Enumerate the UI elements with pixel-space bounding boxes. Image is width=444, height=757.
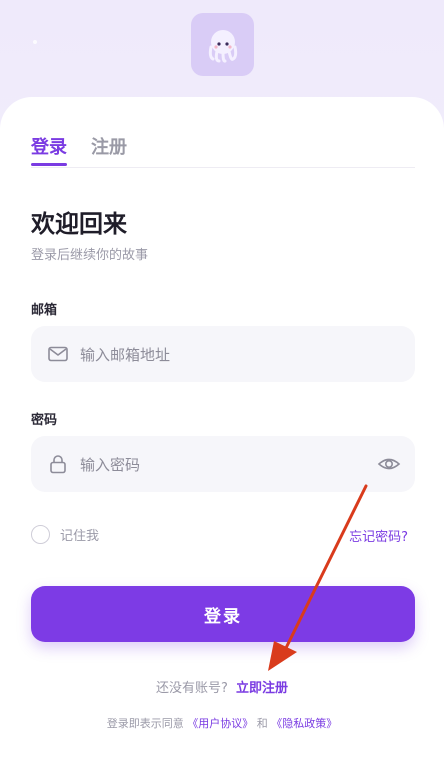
remember-me-label: 记住我: [60, 529, 100, 544]
email-field[interactable]: 输入邮箱地址: [31, 326, 415, 382]
terms-link[interactable]: 《用户协议》: [187, 717, 253, 730]
remember-me-checkbox[interactable]: [31, 525, 50, 544]
privacy-link[interactable]: 《隐私政策》: [271, 717, 337, 730]
forgot-password-link[interactable]: 忘记密码?: [349, 526, 408, 545]
auth-tabs: 登录 注册: [31, 133, 415, 168]
remember-me-toggle[interactable]: 记住我: [31, 525, 99, 544]
password-label: 密码: [31, 413, 58, 428]
squid-mascot-icon: [208, 29, 237, 63]
password-field[interactable]: 输入密码: [31, 436, 415, 492]
app-logo: [191, 13, 254, 76]
login-button[interactable]: 登录: [31, 586, 415, 642]
login-card: 登录 注册 欢迎回来 登录后继续你的故事 邮箱 输入邮箱地址 密码 输入密码 记…: [0, 97, 444, 757]
no-account-text: 还没有账号?: [156, 681, 228, 696]
signup-link[interactable]: 立即注册: [236, 681, 288, 696]
sparkle-decoration: [33, 40, 37, 44]
agreement-prefix: 登录即表示同意: [106, 717, 184, 730]
signup-prompt-row: 还没有账号? 立即注册: [0, 677, 444, 696]
email-placeholder: 输入邮箱地址: [80, 346, 171, 364]
email-label: 邮箱: [31, 303, 58, 318]
tab-login[interactable]: 登录: [31, 133, 67, 159]
eye-icon[interactable]: [377, 453, 401, 475]
page-title: 欢迎回来: [31, 210, 127, 238]
mail-icon: [48, 346, 68, 362]
lock-icon: [50, 455, 66, 474]
page-subtitle: 登录后继续你的故事: [31, 248, 149, 263]
active-tab-indicator: [31, 163, 67, 166]
password-placeholder: 输入密码: [80, 456, 141, 474]
agreement-and: 和: [256, 717, 268, 730]
tab-register[interactable]: 注册: [91, 133, 127, 159]
agreement-row: 登录即表示同意 《用户协议》 和 《隐私政策》: [0, 715, 444, 731]
